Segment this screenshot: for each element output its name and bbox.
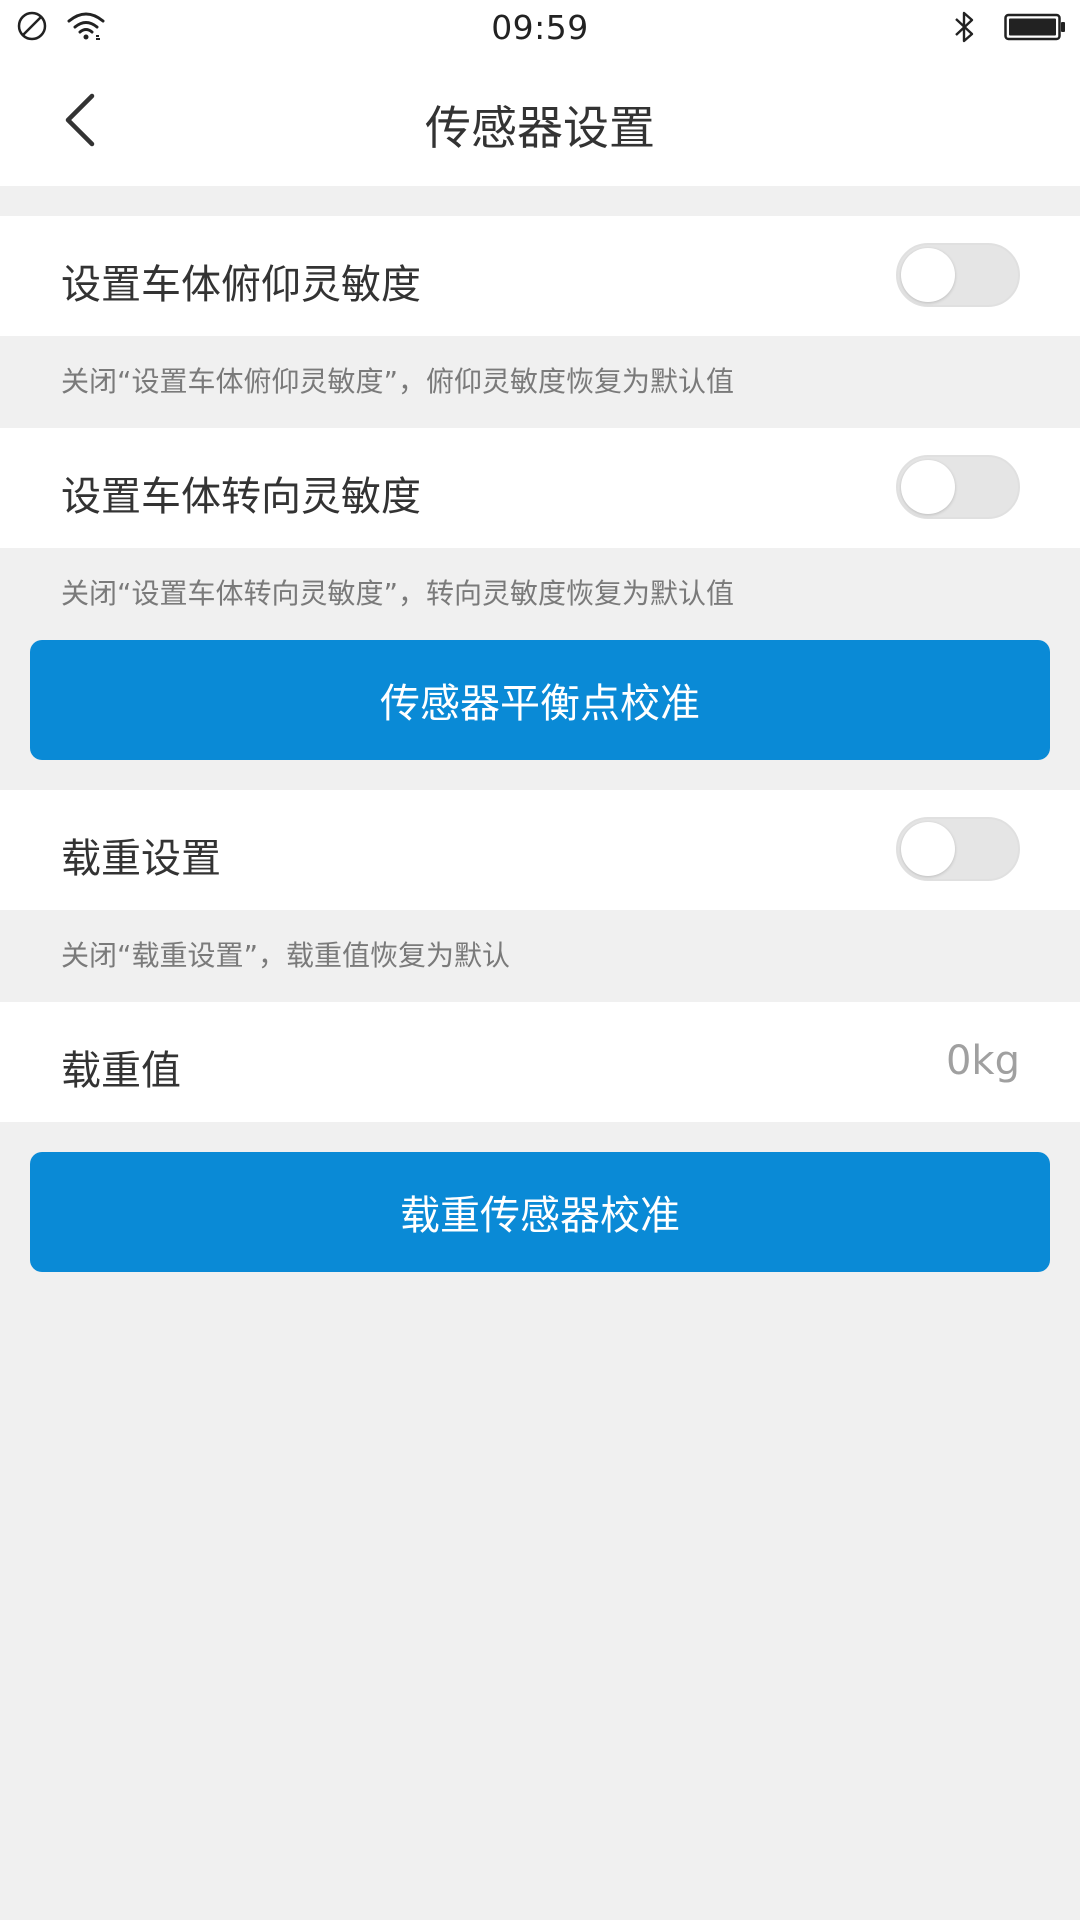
load-setting-row[interactable]: 载重设置	[0, 790, 1080, 910]
bluetooth-icon	[952, 10, 978, 48]
steer-sensitivity-row[interactable]: 设置车体转向灵敏度	[0, 428, 1080, 548]
toggle-knob	[901, 822, 955, 876]
pitch-sensitivity-row[interactable]: 设置车体俯仰灵敏度	[0, 216, 1080, 336]
load-value-row[interactable]: 载重值 0kg	[0, 1002, 1080, 1122]
page-title: 传感器设置	[425, 101, 655, 155]
pitch-sensitivity-hint: 关闭“设置车体俯仰灵敏度”，俯仰灵敏度恢复为默认值	[61, 365, 735, 398]
steer-sensitivity-toggle[interactable]	[896, 455, 1020, 519]
pitch-sensitivity-label: 设置车体俯仰灵敏度	[61, 262, 421, 308]
pitch-sensitivity-toggle[interactable]	[896, 243, 1020, 307]
toggle-knob	[901, 248, 955, 302]
load-setting-toggle[interactable]	[896, 817, 1020, 881]
load-setting-hint: 关闭“载重设置”，载重值恢复为默认	[61, 939, 511, 972]
status-right-icons	[952, 10, 1066, 48]
battery-icon	[1004, 12, 1066, 46]
header: 传感器设置	[0, 58, 1080, 186]
status-bar: 09:59	[0, 0, 1080, 58]
toggle-knob	[901, 460, 955, 514]
load-value-text: 0kg	[945, 1038, 1020, 1084]
status-time: 09:59	[491, 8, 589, 47]
balance-calibration-button[interactable]: 传感器平衡点校准	[30, 640, 1050, 760]
load-setting-label: 载重设置	[61, 836, 221, 882]
load-value-label: 载重值	[61, 1048, 181, 1094]
steer-sensitivity-hint: 关闭“设置车体转向灵敏度”，转向灵敏度恢复为默认值	[61, 577, 735, 610]
load-calibration-button[interactable]: 载重传感器校准	[30, 1152, 1050, 1272]
steer-sensitivity-label: 设置车体转向灵敏度	[61, 474, 421, 520]
